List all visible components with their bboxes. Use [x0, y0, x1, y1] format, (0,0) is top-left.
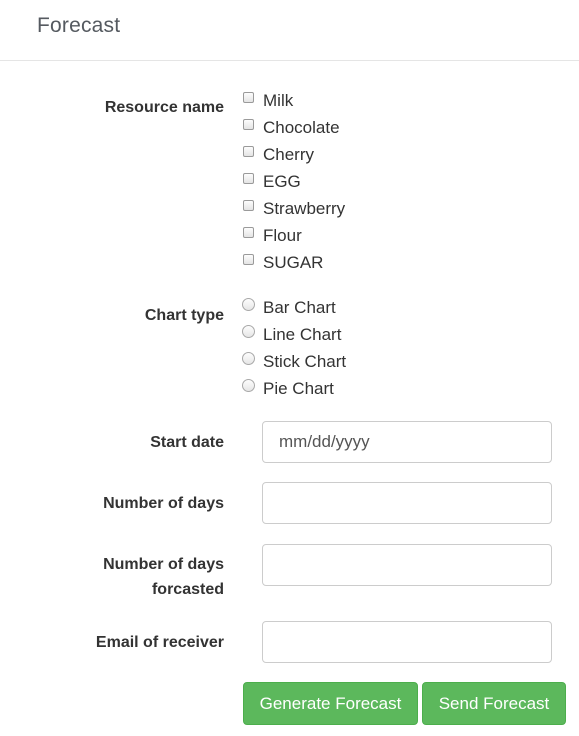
- chart-type-label: Chart type: [144, 307, 224, 324]
- send-forecast-button[interactable]: Send Forecast: [422, 682, 566, 725]
- resource-label: Strawberry: [263, 199, 346, 218]
- resource-option-strawberry[interactable]: Strawberry: [243, 198, 345, 220]
- start-date-input[interactable]: [262, 421, 552, 463]
- resource-label: SUGAR: [263, 253, 324, 272]
- chart-type-option-pie[interactable]: Pie Chart: [242, 378, 334, 400]
- resource-option-egg[interactable]: EGG: [243, 171, 301, 193]
- radio-button[interactable]: [242, 325, 255, 338]
- number-of-days-label: Number of days: [103, 495, 224, 512]
- panel-header: Forecast: [0, 0, 579, 61]
- resource-label: Flour: [263, 226, 302, 245]
- checkbox[interactable]: [243, 118, 254, 130]
- resource-label: EGG: [263, 172, 301, 191]
- chart-type-option-stick[interactable]: Stick Chart: [242, 351, 347, 373]
- number-of-days-input[interactable]: [262, 482, 552, 524]
- chart-type-option-label: Pie Chart: [263, 379, 334, 398]
- chart-type-option-label: Stick Chart: [263, 352, 347, 371]
- chart-type-option-label: Bar Chart: [263, 298, 336, 317]
- email-input[interactable]: [262, 621, 552, 663]
- generate-forecast-button[interactable]: Generate Forecast: [243, 682, 418, 725]
- checkbox[interactable]: [243, 253, 254, 265]
- resource-option-milk[interactable]: Milk: [243, 90, 293, 112]
- checkbox[interactable]: [243, 145, 254, 157]
- panel-title: Forecast: [37, 14, 121, 37]
- checkbox[interactable]: [243, 91, 254, 103]
- resource-option-cherry[interactable]: Cherry: [243, 144, 314, 166]
- days-forecasted-label-line1: Number of days: [103, 556, 224, 573]
- resource-label: Milk: [263, 91, 294, 110]
- chart-type-option-line[interactable]: Line Chart: [242, 324, 342, 346]
- resource-label: Chocolate: [263, 118, 340, 137]
- chart-type-option-bar[interactable]: Bar Chart: [242, 297, 336, 319]
- checkbox[interactable]: [243, 226, 254, 238]
- radio-button[interactable]: [242, 298, 255, 311]
- checkbox[interactable]: [243, 172, 254, 184]
- checkbox[interactable]: [243, 199, 254, 211]
- days-forecasted-input[interactable]: [262, 544, 552, 586]
- radio-button[interactable]: [242, 379, 255, 392]
- resource-option-flour[interactable]: Flour: [243, 225, 302, 247]
- resource-label: Cherry: [263, 145, 315, 164]
- resource-option-chocolate[interactable]: Chocolate: [243, 117, 340, 139]
- days-forecasted-label-line2: forcasted: [151, 581, 224, 598]
- radio-button[interactable]: [242, 352, 255, 365]
- chart-type-option-label: Line Chart: [263, 325, 342, 344]
- resource-name-label: Resource name: [104, 99, 224, 116]
- start-date-label: Start date: [150, 434, 224, 451]
- resource-option-sugar[interactable]: SUGAR: [243, 252, 323, 274]
- email-label: Email of receiver: [95, 634, 224, 651]
